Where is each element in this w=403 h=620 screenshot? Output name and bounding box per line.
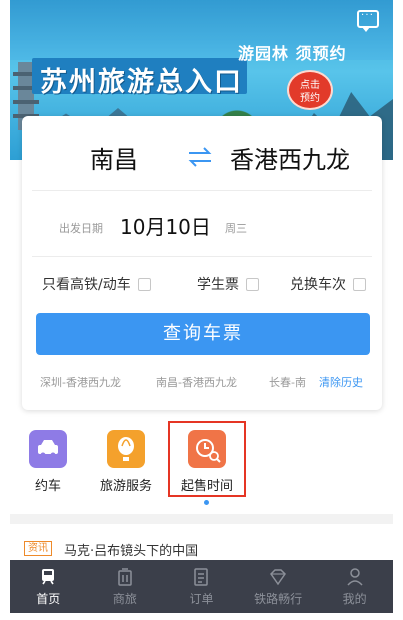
news-headline[interactable]: 马克·吕布镜头下的中国	[64, 540, 198, 559]
nav-label: 铁路畅行	[254, 592, 303, 606]
from-station[interactable]: 南昌	[90, 140, 138, 175]
message-icon[interactable]	[357, 10, 379, 32]
quick-menu-label: 旅游服务	[99, 479, 152, 494]
option-exchange-train[interactable]: 兑换车次	[290, 274, 366, 294]
user-icon	[347, 568, 363, 586]
bottom-navigation: 首页 商旅 订单 铁路畅行 我的	[10, 560, 393, 613]
option-label: 学生票	[197, 277, 239, 293]
banner-slogan: 游园林 须预约	[238, 44, 347, 63]
nav-home[interactable]: 首页	[10, 560, 87, 613]
quick-menu-travel[interactable]: 旅游服务	[96, 430, 156, 494]
swap-stations-icon[interactable]	[185, 146, 215, 168]
nav-label: 订单	[189, 592, 214, 606]
nav-railway-pass[interactable]: 铁路畅行	[240, 560, 317, 613]
clear-history-link[interactable]: 清除历史	[319, 374, 363, 390]
option-high-speed[interactable]: 只看高铁/动车	[42, 274, 151, 294]
to-station[interactable]: 香港西九龙	[230, 140, 350, 175]
history-item[interactable]: 深圳-香港西九龙	[40, 374, 121, 390]
student-ticket-checkbox[interactable]	[246, 277, 259, 291]
nav-label: 商旅	[112, 592, 137, 606]
quick-menu-label: 约车	[34, 479, 61, 494]
quick-menu-car[interactable]: 约车	[27, 430, 69, 494]
nav-label: 我的	[342, 592, 367, 606]
query-tickets-button[interactable]: 查询车票	[36, 313, 370, 355]
nav-orders[interactable]: 订单	[163, 560, 240, 613]
history-item[interactable]: 长春-南	[269, 374, 306, 390]
banner-title: 苏州旅游总入口	[40, 67, 243, 98]
balloon-icon	[107, 430, 145, 468]
history-item[interactable]: 南昌-香港西九龙	[156, 374, 237, 390]
trash-bag-icon	[118, 568, 132, 586]
divider	[32, 190, 372, 191]
divider	[32, 256, 372, 257]
nav-business-travel[interactable]: 商旅	[87, 560, 164, 613]
option-label: 只看高铁/动车	[42, 277, 131, 293]
highlight-box	[168, 421, 246, 497]
badge-line: 预约	[300, 93, 320, 104]
news-tag: 资讯	[24, 541, 52, 556]
weekday: 周三	[225, 222, 247, 235]
ticket-search-card: 南昌 香港西九龙 出发日期 10月10日 周三 只看高铁/动车 学生票 兑换车次…	[22, 116, 382, 410]
exchange-train-checkbox[interactable]	[353, 277, 366, 291]
option-label: 兑换车次	[290, 277, 346, 293]
badge-line: 点击	[300, 80, 320, 91]
train-icon	[42, 569, 55, 585]
banner-reserve-badge[interactable]: 点击 预约	[287, 70, 333, 110]
departure-date[interactable]: 10月10日	[120, 211, 211, 240]
nav-mine[interactable]: 我的	[316, 560, 393, 613]
order-icon	[194, 568, 209, 586]
nav-label: 首页	[36, 592, 61, 606]
diamond-icon	[270, 569, 287, 586]
high-speed-checkbox[interactable]	[137, 277, 151, 291]
date-label: 出发日期	[59, 222, 103, 235]
option-student-ticket[interactable]: 学生票	[197, 274, 259, 294]
section-separator	[10, 514, 393, 524]
page-indicator-dot	[204, 500, 209, 505]
car-icon	[29, 430, 67, 468]
